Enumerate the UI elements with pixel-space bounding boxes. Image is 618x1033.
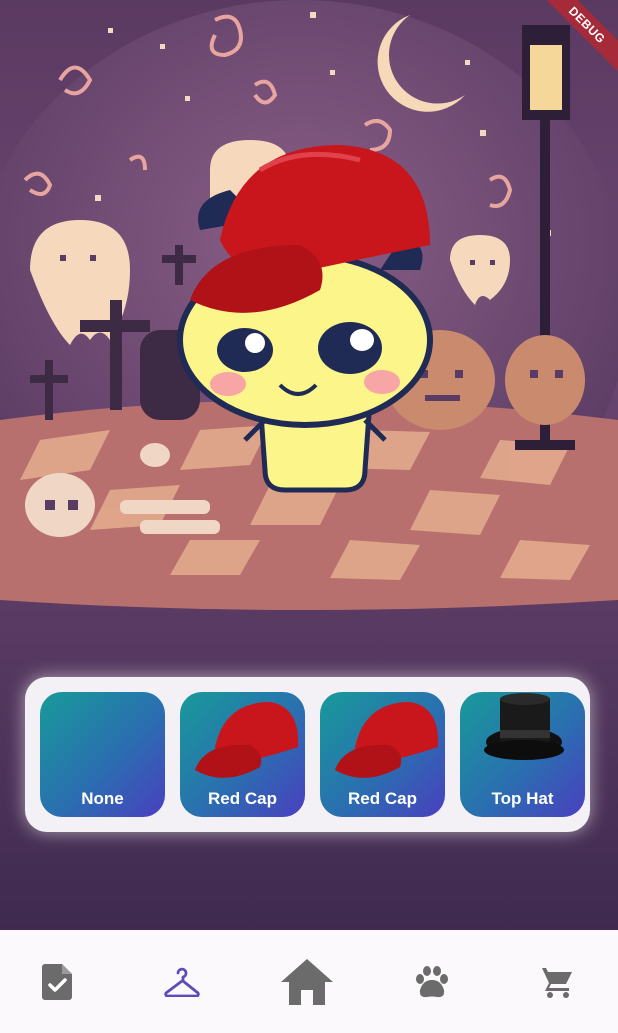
home-icon [281,958,333,1005]
nav-home[interactable] [267,930,347,1033]
wardrobe-item-red-cap-2[interactable]: Red Cap [320,692,445,817]
item-label: Red Cap [348,789,417,808]
nav-pets[interactable] [392,930,472,1033]
task-document-icon [42,963,72,1000]
cart-icon [540,967,572,998]
item-label: None [81,789,124,808]
wardrobe-item-top-hat[interactable]: Top Hat [460,692,585,817]
nav-tasks[interactable] [17,930,97,1033]
item-label: Top Hat [491,789,554,808]
bottom-navigation-bar [0,930,618,1033]
wardrobe-item-none[interactable]: None [40,692,165,817]
nav-wardrobe[interactable] [142,930,222,1033]
item-label: Red Cap [208,789,277,808]
wardrobe-item-red-cap[interactable]: Red Cap [180,692,305,817]
paw-icon [416,965,448,997]
nav-shop[interactable] [517,930,597,1033]
wardrobe-panel: None Red Cap Red Cap Top Hat [25,677,590,832]
hanger-icon [164,967,200,997]
